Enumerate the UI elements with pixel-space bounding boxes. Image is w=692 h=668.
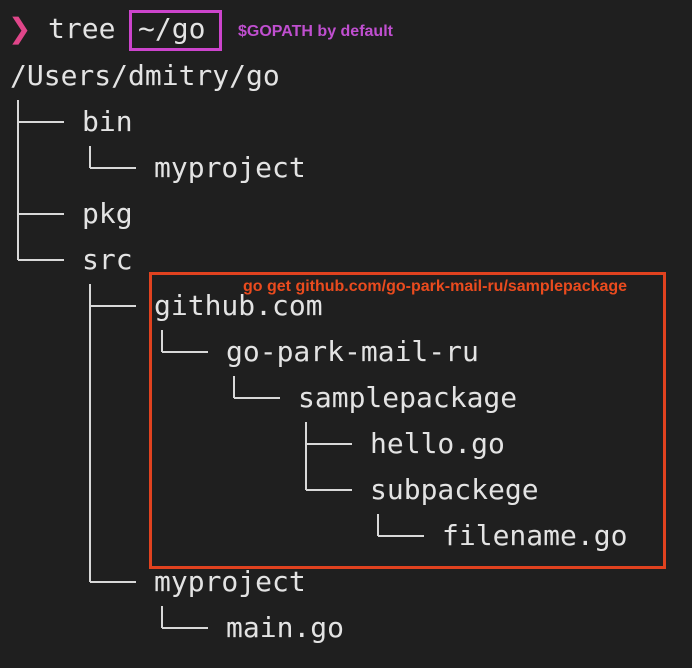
tree-node-bin: bin [82,105,133,138]
tree-node-pkg: pkg [82,197,133,230]
tree-node-src-myproject: myproject [154,565,306,598]
tree-node-main-go: main.go [226,611,345,644]
go-get-highlight-box [149,272,666,569]
tree-node-src: src [82,243,133,276]
go-get-note: go get github.com/go-park-mail-ru/sample… [243,278,628,295]
tree-node-bin-myproject: myproject [154,151,306,184]
